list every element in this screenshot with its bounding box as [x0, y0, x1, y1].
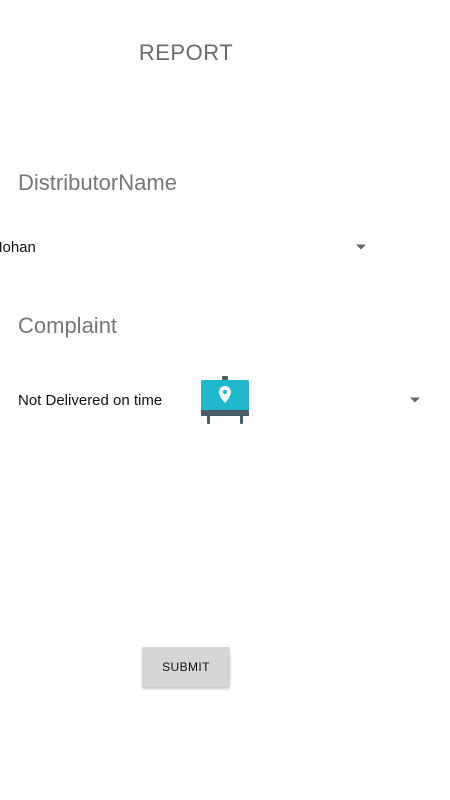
dropdown-arrow-icon	[410, 397, 420, 403]
distributor-name-value: Mohan	[0, 238, 36, 256]
page-title: REPORT	[138, 40, 234, 65]
distributor-name-dropdown[interactable]: Mohan	[0, 236, 370, 258]
dropdown-arrow-icon	[356, 244, 366, 250]
complaint-label: Complaint	[18, 313, 118, 338]
complaint-value: Not Delivered on time	[18, 391, 163, 409]
distributor-name-label: DistributorName	[18, 170, 177, 195]
submit-button[interactable]: SUBMIT	[142, 647, 230, 687]
location-pin-easel-icon[interactable]	[200, 376, 250, 426]
